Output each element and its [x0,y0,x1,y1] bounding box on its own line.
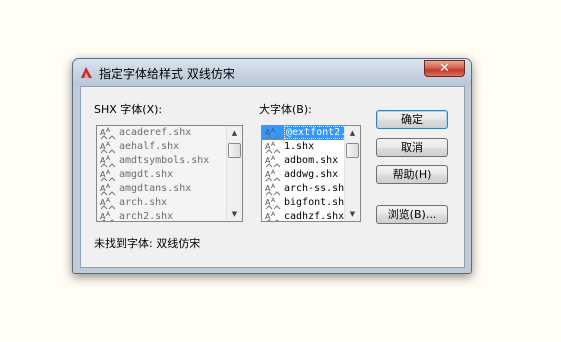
scroll-down-icon[interactable]: ▼ [227,207,242,221]
svg-text:A: A [106,155,111,162]
list-item-label: acaderef.shx [119,127,192,138]
list-item-label: amgdtans.shx [119,183,192,194]
shx-font-icon: AA [265,183,281,196]
shx-font-icon: AA [100,197,116,210]
bigfont-scrollbar[interactable]: ▲ ▼ [344,126,360,221]
svg-text:A: A [106,211,111,218]
svg-text:A: A [271,197,276,204]
list-item-label: arch2.shx [119,211,174,222]
bigfont-list[interactable]: A A @extfont2.s A A 1.shx A Aadbom.shx A Aaddwg.s… [261,125,361,222]
list-item-label: amgdt.shx [119,169,174,180]
svg-text:A: A [271,211,276,218]
close-button[interactable]: ✕ [424,60,465,77]
list-item-label: 1.shx [284,141,315,152]
scroll-thumb[interactable] [228,143,241,158]
list-item-label: arch-ss.shx [284,183,351,194]
shx-font-icon: AA [100,127,116,140]
shx-font-icon: AA [100,211,114,221]
svg-text:A: A [106,197,111,204]
shx-font-icon: AA [265,197,281,210]
list-item-label: aehalf.shx [119,141,180,152]
shx-font-icon: AA [100,183,116,196]
font-dialog: 指定字体给样式 双线仿宋 ✕ SHX 字体(X): A Aacaderef.shx… [72,58,472,274]
shx-font-items: A Aacaderef.shx A Aaehalf.shx A Aamdtsymbols.… [97,126,242,222]
shx-font-icon: AA [100,141,116,154]
autocad-icon [81,67,92,78]
list-item[interactable]: A Aarch.shx [97,196,242,210]
close-icon: ✕ [439,61,450,76]
list-item[interactable]: A Aamgdt.shx [97,168,242,182]
missing-font-message: 未找到字体: 双线仿宋 [94,237,201,250]
shx-font-icon: AA [265,211,279,221]
svg-text:A: A [271,155,276,162]
dialog-title: 指定字体给样式 双线仿宋 [99,67,235,81]
svg-text:A: A [271,169,276,176]
scroll-up-icon[interactable]: ▲ [227,126,242,140]
shx-font-list[interactable]: A Aacaderef.shx A Aaehalf.shx A Aamdtsymbols.… [96,125,243,222]
svg-text:A: A [271,183,276,190]
svg-text:A: A [106,141,111,148]
scroll-up-icon[interactable]: ▲ [345,126,360,140]
title-bar[interactable]: 指定字体给样式 双线仿宋 ✕ [73,59,471,86]
list-item-label: addwg.shx [284,169,339,180]
shx-font-icon: AA [265,127,281,140]
list-item[interactable]: A Aacaderef.shx [97,126,242,140]
shx-font-label: SHX 字体(X): [94,103,163,116]
svg-text:A: A [271,141,276,148]
ok-button[interactable]: 确定 [376,110,448,129]
help-button[interactable]: 帮助(H) [376,165,448,184]
shx-font-icon: AA [100,155,116,168]
list-item[interactable]: A Aaehalf.shx [97,140,242,154]
shx-font-icon: AA [265,141,281,154]
browse-button[interactable]: 浏览(B)... [376,205,448,224]
list-item-label: bigfont.shx [284,197,351,208]
bigfont-label: 大字体(B): [259,103,312,116]
shx-font-icon: AA [265,169,281,182]
scroll-thumb[interactable] [346,143,359,158]
list-item-label: adbom.shx [284,155,339,166]
shx-scrollbar[interactable]: ▲ ▼ [226,126,242,221]
list-item[interactable]: A Aamdtsymbols.shx [97,154,242,168]
svg-text:A: A [106,127,111,134]
list-item-label: cadhzf.shx [284,211,345,222]
shx-font-icon: AA [100,169,116,182]
svg-text:A: A [106,169,111,176]
scroll-down-icon[interactable]: ▼ [345,207,360,221]
list-item-label: amdtsymbols.shx [119,155,210,166]
cancel-button[interactable]: 取消 [376,138,448,157]
svg-text:A: A [106,183,111,190]
svg-text:A: A [271,127,276,134]
list-item[interactable]: A A arch2.shx [97,210,242,222]
list-item-label: arch.shx [119,197,168,208]
shx-font-icon: AA [265,155,281,168]
dialog-client-area: SHX 字体(X): A Aacaderef.shx A Aaehalf.shx A Aa… [80,86,465,268]
list-item[interactable]: A Aamgdtans.shx [97,182,242,196]
